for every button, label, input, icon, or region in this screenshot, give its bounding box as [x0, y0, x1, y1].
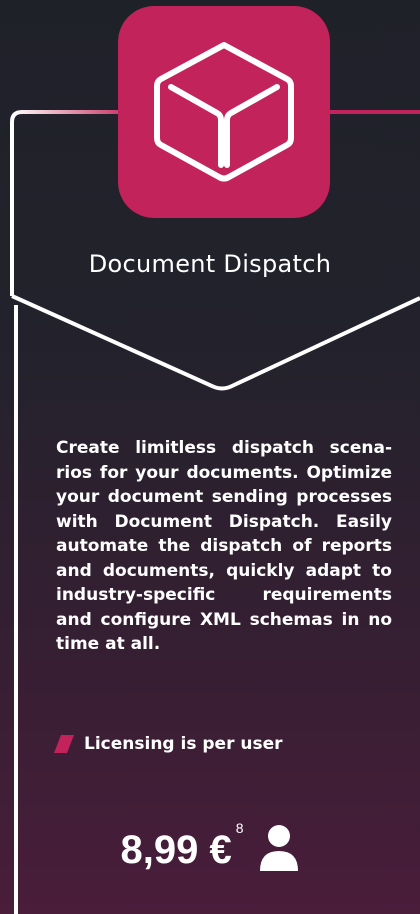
slash-accent-icon	[54, 735, 74, 753]
licensing-text: Licensing is per user	[84, 734, 283, 754]
product-name: Document Dispatch	[88, 250, 332, 278]
package-box-icon	[154, 42, 294, 182]
product-description: Create limitless dispatch scena-rios for…	[56, 438, 392, 654]
price-row: 8,99 € 8	[0, 820, 420, 880]
product-card-page: Document Dispatch Create limitless dispa…	[0, 0, 420, 914]
price-footnote: 8	[235, 820, 244, 836]
price: 8,99 €	[120, 828, 232, 872]
licensing-row: Licensing is per user	[54, 734, 283, 754]
app-tile	[118, 6, 330, 218]
user-icon	[259, 825, 298, 871]
